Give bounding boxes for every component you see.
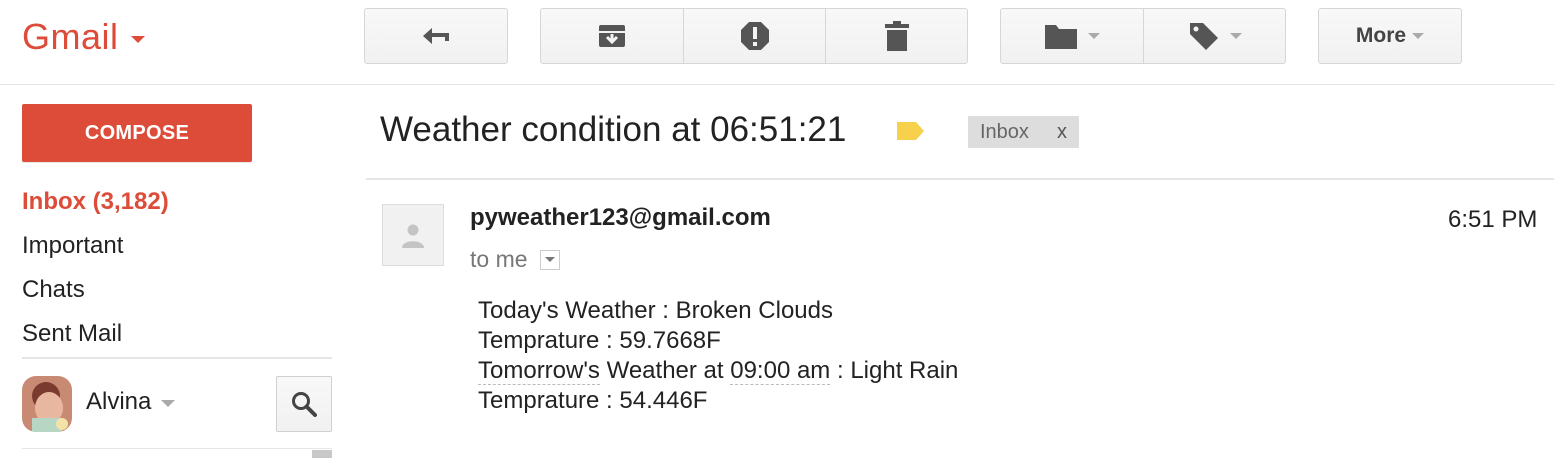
important-marker[interactable]: [896, 120, 926, 147]
sender-email[interactable]: pyweather123@gmail.com: [470, 204, 771, 232]
sidebar-item-sent-mail[interactable]: Sent Mail: [22, 320, 122, 348]
user-menu[interactable]: Alvina: [86, 388, 176, 416]
archive-icon: [599, 25, 625, 47]
message-body: Today's Weather : Broken Clouds Tempratu…: [478, 296, 958, 416]
search-icon: [292, 392, 317, 417]
more-label: More: [1355, 24, 1407, 47]
user-name: Alvina: [86, 388, 152, 415]
inbox-label-chip: Inbox x: [968, 116, 1079, 148]
body-line: Tomorrow's Weather at 09:00 am : Light R…: [478, 356, 958, 386]
scrollbar[interactable]: [312, 450, 332, 458]
remove-label-button[interactable]: x: [1057, 121, 1067, 144]
message-time: 6:51 PM: [1448, 206, 1538, 233]
label-chip-text: Inbox: [980, 120, 1029, 143]
labels-button[interactable]: [1144, 9, 1285, 63]
body-line: Today's Weather : Broken Clouds: [478, 297, 833, 324]
chevron-down-icon: [1412, 33, 1425, 39]
report-spam-icon: [740, 22, 769, 50]
gmail-logo-menu[interactable]: Gmail: [22, 16, 145, 58]
avatar[interactable]: [22, 376, 72, 432]
sidebar-item-inbox[interactable]: Inbox (3,182): [22, 188, 169, 216]
reply-icon: [423, 28, 449, 44]
chevron-down-icon: [1088, 33, 1100, 39]
body-line: Temprature : 59.7668F: [478, 327, 721, 354]
recipients: to me: [470, 246, 560, 273]
report-spam-button[interactable]: [684, 9, 826, 63]
sidebar-item-important[interactable]: Important: [22, 232, 123, 260]
sidebar-divider: [22, 448, 332, 449]
more-button[interactable]: More: [1319, 9, 1461, 63]
smart-date-link[interactable]: Tomorrow's: [478, 357, 600, 385]
chevron-down-icon: [161, 399, 176, 407]
header-divider: [0, 84, 1554, 85]
person-icon: [402, 224, 424, 248]
message-subject: Weather condition at 06:51:21: [380, 110, 847, 149]
chevron-down-icon: [1229, 33, 1242, 39]
more-group: More: [1318, 8, 1462, 64]
back-button[interactable]: [365, 9, 507, 63]
action-group: [540, 8, 968, 64]
recipient-text: to me: [470, 246, 528, 272]
compose-button[interactable]: COMPOSE: [22, 104, 252, 162]
delete-button[interactable]: [826, 9, 967, 63]
label-tag-icon: [897, 122, 924, 140]
sidebar-item-chats[interactable]: Chats: [22, 276, 85, 304]
show-details-button[interactable]: [539, 249, 560, 270]
chevron-down-icon: [544, 257, 555, 262]
body-line: Temprature : 54.446F: [478, 387, 708, 414]
sender-avatar: [382, 204, 444, 266]
back-group: [364, 8, 508, 64]
tag-icon: [1189, 23, 1218, 50]
trash-icon: [884, 21, 909, 51]
archive-button[interactable]: [541, 9, 684, 63]
organize-group: [1000, 8, 1286, 64]
body-text: : Light Rain: [830, 357, 959, 384]
search-people-button[interactable]: [276, 376, 332, 432]
message-divider: [366, 178, 1554, 180]
body-text: Weather at: [599, 357, 731, 384]
sidebar-divider: [22, 357, 332, 359]
folder-icon: [1045, 25, 1077, 49]
chevron-down-icon: [130, 35, 145, 43]
app-name: Gmail: [22, 16, 119, 57]
move-to-button[interactable]: [1001, 9, 1144, 63]
smart-time-link[interactable]: 09:00 am: [730, 357, 831, 385]
